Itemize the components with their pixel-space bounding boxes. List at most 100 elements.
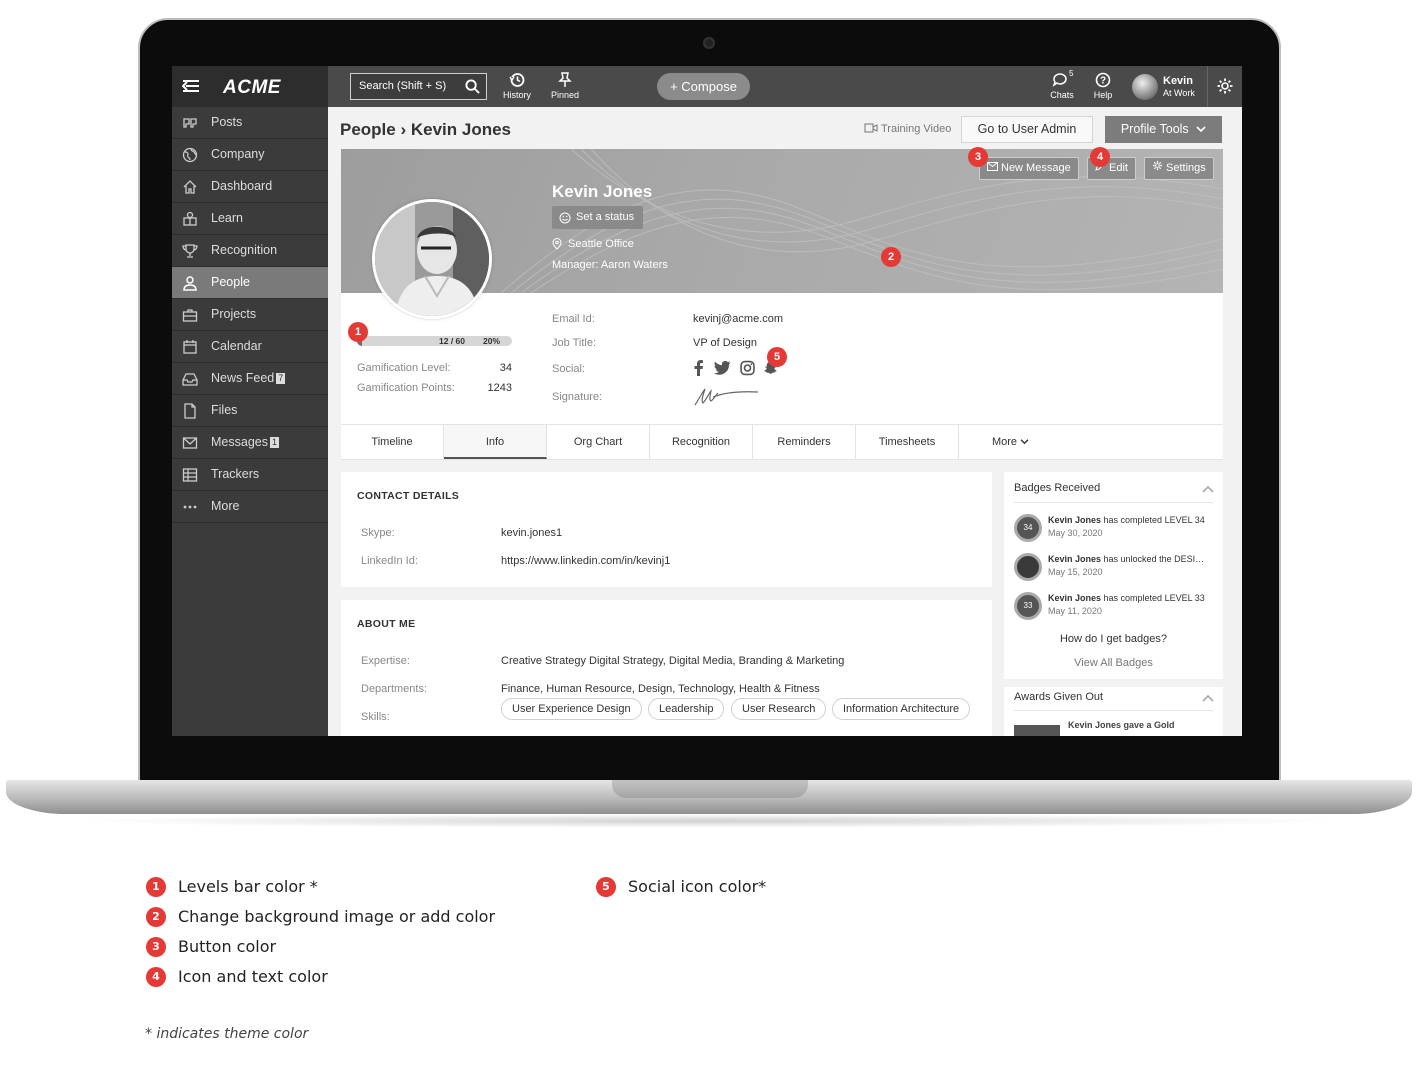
sidebar-item-messages[interactable]: Messages 1 (172, 427, 328, 459)
how-to-get-badges-link[interactable]: How do I get badges? (1004, 633, 1223, 645)
gamification-points-label: Gamification Points: (357, 382, 455, 394)
training-video-label: Training Video (881, 123, 952, 135)
file-icon (184, 403, 196, 419)
top-bar: ACME Search (Shift + S) History Pinned +… (172, 66, 1242, 107)
help-icon: ? (1095, 72, 1111, 88)
badge-entry-date: May 11, 2020 (1048, 606, 1102, 616)
skill-tag[interactable]: User Research (731, 698, 827, 720)
globe-icon (182, 147, 198, 163)
quote-icon (183, 118, 197, 128)
avatar (1132, 74, 1158, 100)
sidebar-item-label: Calendar (211, 339, 262, 353)
profile-tools-label: Profile Tools (1120, 122, 1189, 136)
legend-text: Change background image or add color (178, 907, 496, 926)
skype-value: kevin.jones1 (501, 527, 563, 539)
tab-org-chart[interactable]: Org Chart (547, 425, 650, 459)
sidebar-item-company[interactable]: Company (172, 139, 328, 171)
departments-label: Departments: (361, 683, 428, 695)
badge-entry-who: Kevin Jones (1048, 593, 1102, 603)
linkedin-value[interactable]: https://www.linkedin.com/in/kevinj1 (501, 555, 670, 567)
person-icon (183, 276, 197, 291)
set-status-button[interactable]: Set a status (552, 206, 643, 229)
menu-toggle-icon[interactable] (172, 66, 210, 107)
skill-tag[interactable]: Leadership (648, 698, 725, 720)
chevron-up-icon[interactable] (1202, 485, 1214, 493)
training-video-link[interactable]: Training Video (864, 123, 951, 135)
tab-more[interactable]: More (959, 425, 1062, 459)
gamification-level-label: Gamification Level: (357, 362, 451, 374)
help-label: Help (1093, 90, 1113, 100)
history-button[interactable]: History (499, 72, 535, 100)
badge-entry-who: Kevin Jones (1048, 554, 1102, 564)
job-title-value: VP of Design (693, 337, 758, 349)
badge-entry-action: has completed LEVEL 33 (1101, 593, 1205, 603)
sidebar-item-news-feed[interactable]: News Feed 7 (172, 363, 328, 395)
chevron-down-icon (1196, 126, 1206, 133)
search-input[interactable]: Search (Shift + S) (350, 73, 487, 100)
pinned-button[interactable]: Pinned (547, 72, 583, 100)
trophy-icon (182, 244, 198, 258)
annotation-marker-1: 1 (348, 322, 368, 342)
sidebar-item-more[interactable]: More (172, 491, 328, 523)
gamification-points-value: 1243 (487, 382, 512, 394)
social-icons (693, 360, 778, 381)
sidebar-item-dashboard[interactable]: Dashboard (172, 171, 328, 203)
level-percent: 20% (483, 336, 501, 346)
departments-value: Finance, Human Resource, Design, Technol… (501, 683, 820, 695)
sidebar-item-label: Files (211, 403, 238, 417)
settings-profile-button[interactable]: Settings (1144, 157, 1214, 180)
user-menu[interactable]: Kevin At Work (1132, 72, 1204, 102)
skills-label: Skills: (361, 711, 390, 723)
inbox-icon (182, 373, 198, 386)
twitter-icon[interactable] (714, 360, 731, 376)
instagram-icon[interactable] (740, 360, 755, 376)
badge-entry-text: Kevin Jones has unlocked the DESIGN badg… (1048, 554, 1208, 564)
profile-tabs: Timeline Info Org Chart Recognition Remi… (341, 424, 1223, 460)
level-badge-icon: 33 (1014, 592, 1042, 620)
tab-timesheets[interactable]: Timesheets (856, 425, 959, 459)
sidebar-item-trackers[interactable]: Trackers (172, 459, 328, 491)
gear-icon (1217, 78, 1233, 94)
office-location: Seattle Office (552, 238, 634, 250)
section-gap (1004, 679, 1223, 687)
sidebar-item-projects[interactable]: Projects (172, 299, 328, 331)
linkedin-label: LinkedIn Id: (361, 555, 418, 567)
help-button[interactable]: ? Help (1085, 72, 1121, 100)
divider (1014, 710, 1213, 711)
compose-button[interactable]: + Compose (657, 73, 750, 100)
search-icon[interactable] (465, 79, 480, 94)
tab-reminders[interactable]: Reminders (753, 425, 856, 459)
sidebar-item-files[interactable]: Files (172, 395, 328, 427)
chats-button[interactable]: Chats 5 (1044, 69, 1080, 100)
new-message-button[interactable]: New Message (979, 157, 1079, 180)
tab-recognition[interactable]: Recognition (650, 425, 753, 459)
design-badge-icon (1014, 553, 1042, 581)
go-to-user-admin-button[interactable]: Go to User Admin (961, 116, 1093, 143)
laptop-shadow (70, 814, 1350, 828)
sidebar-item-learn[interactable]: Learn (172, 203, 328, 235)
legend-marker: 2 (146, 907, 166, 927)
sidebar: Posts Company Dashboard Learn Recognitio… (172, 107, 328, 736)
tab-timeline[interactable]: Timeline (341, 425, 444, 459)
tab-info[interactable]: Info (444, 425, 547, 459)
skill-tag[interactable]: Information Architecture (832, 698, 971, 720)
sidebar-item-people[interactable]: People (172, 267, 328, 299)
mail-icon (987, 162, 998, 171)
email-value[interactable]: kevinj@acme.com (693, 313, 783, 325)
profile-photo[interactable] (372, 199, 492, 319)
profile-tools-button[interactable]: Profile Tools (1105, 116, 1222, 143)
sidebar-item-calendar[interactable]: Calendar (172, 331, 328, 363)
facebook-icon[interactable] (693, 360, 705, 376)
chevron-up-icon[interactable] (1202, 694, 1214, 702)
badges-card: Badges Received 34 Kevin Jones has compl… (1004, 472, 1223, 736)
skill-tag[interactable]: User Experience Design (501, 698, 642, 720)
legend-text: Button color (178, 937, 277, 956)
job-title-label: Job Title: (552, 337, 597, 349)
sidebar-item-posts[interactable]: Posts (172, 107, 328, 139)
view-all-badges-link[interactable]: View All Badges (1004, 657, 1223, 669)
app-logo: ACME (223, 77, 281, 98)
pin-icon (558, 72, 572, 87)
logo-area[interactable]: ACME (210, 66, 328, 107)
sidebar-item-recognition[interactable]: Recognition (172, 235, 328, 267)
settings-button[interactable] (1207, 66, 1242, 107)
